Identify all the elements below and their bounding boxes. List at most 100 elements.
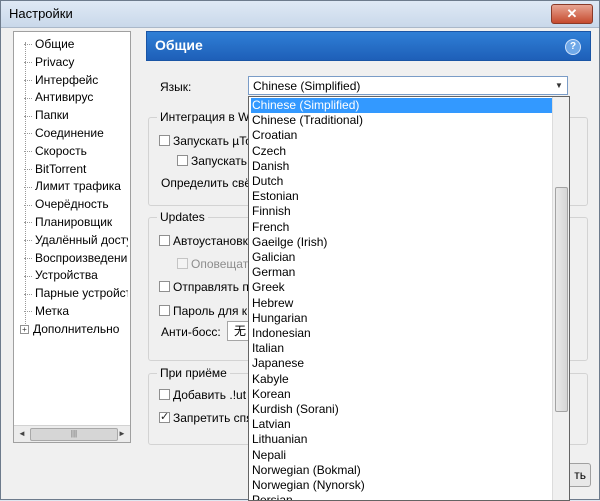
language-option[interactable]: Estonian [251,189,556,204]
checkbox-label: Запретить спя [173,411,253,425]
language-option[interactable]: Norwegian (Nynorsk) [251,478,556,493]
help-icon[interactable]: ? [565,39,581,55]
checkbox-box[interactable] [159,305,170,317]
boss-key-label: Анти-босс: [161,325,221,339]
language-option[interactable]: Czech [251,144,556,159]
tree-connector [24,79,32,81]
settings-window: Настройки ✕ Общие Privacy Интерфейс Антивир… [0,0,600,501]
language-option[interactable]: Nepali [251,448,556,463]
tree-horizontal-scrollbar[interactable]: ◄ ||| ► [14,425,130,442]
checkbox-box[interactable] [159,235,170,247]
tree-item[interactable]: + Дополнительно [20,321,124,338]
tree-item-label: Соединение [35,126,104,140]
language-option[interactable]: Hungarian [251,311,556,326]
tree-connector [24,311,32,313]
tree-item[interactable]: Соединение [24,125,128,142]
checkbox-label: Пароль для к [173,304,248,318]
tree-item[interactable]: Устройства [24,267,128,284]
language-dropdown-list[interactable]: Chinese (Simplified) Chinese (Traditional… [248,96,570,501]
checkbox-box[interactable] [159,281,170,293]
tree-item-label: Папки [35,108,69,123]
tree-item[interactable]: Интерфейс [24,72,128,89]
auto-install-checkbox[interactable]: Автоустановка [159,234,255,248]
language-select-value: Chinese (Simplified) [253,79,361,93]
start-minimized-checkbox[interactable]: Запускать [177,154,247,168]
tree-item-label: Планировщик [35,215,113,229]
checkbox-box[interactable] [177,155,188,167]
send-info-checkbox[interactable]: Отправлять п [159,280,249,294]
dropdown-scroll-thumb[interactable] [555,187,568,412]
language-select[interactable]: Chinese (Simplified) ▼ [248,76,568,95]
tree-item-label: Общие [35,37,75,51]
tree-item[interactable]: Метка [24,303,128,320]
language-option[interactable]: Latvian [251,417,556,432]
tree-item[interactable]: Privacy [24,54,128,71]
tree-item[interactable]: Очерёдность [24,196,128,213]
add-ut-extension-checkbox[interactable]: Добавить .!ut [159,388,246,402]
tree-item[interactable]: Скорость [24,143,128,160]
tree-item-label: Устройства [35,268,98,283]
close-button[interactable]: ✕ [551,4,593,24]
language-option[interactable]: Kabyle [251,372,556,387]
checkbox-box[interactable] [159,135,170,147]
language-option[interactable]: Croatian [251,128,556,143]
tree-connector [24,168,32,170]
expand-icon[interactable]: + [20,325,29,335]
tree-item-label: Парные устройст [35,286,128,301]
language-option[interactable]: Lithuanian [251,432,556,447]
tree-item-label: Лимит трафика [35,179,121,194]
tree-item[interactable]: Папки [24,107,128,124]
tree-item[interactable]: Антивирус [24,89,128,106]
language-option[interactable]: Chinese (Traditional) [251,113,556,128]
tree-item[interactable]: Планировщик [24,214,128,231]
language-option[interactable]: Gaeilge (Irish) [251,235,556,250]
start-with-windows-checkbox[interactable]: Запускать µTo [159,134,252,148]
checkbox-label: Оповещат [191,257,249,271]
tree-item-label: BitTorrent [35,161,87,176]
tree-connector [24,257,32,259]
prevent-sleep-checkbox[interactable]: Запретить спя [159,410,253,425]
language-option[interactable]: French [251,220,556,235]
checkbox-box[interactable] [159,410,170,424]
language-option[interactable]: Galician [251,250,556,265]
tree-item[interactable]: Общие [24,36,128,53]
dropdown-scrollbar[interactable] [552,97,569,500]
language-option[interactable]: Norwegian (Bokmal) [251,463,556,478]
tree-connector [24,133,32,135]
language-option[interactable]: Finnish [251,204,556,219]
tree-item[interactable]: Воспроизведени [24,250,128,267]
checkbox-box[interactable] [177,258,188,270]
tree-connector [24,222,32,224]
scroll-thumb[interactable]: ||| [30,428,118,441]
tree-item-label: Очерёдность [35,197,109,212]
tree-item[interactable]: Удалённый досту [24,232,128,249]
tree-item[interactable]: BitTorrent [24,161,128,178]
checkbox-label: Отправлять п [173,280,249,294]
scroll-right-icon[interactable]: ► [116,428,128,440]
detect-label: Определить свё [161,176,252,190]
tree-item[interactable]: Лимит трафика [24,178,128,195]
language-option[interactable]: German [251,265,556,280]
tree-item-label: Удалённый досту [35,232,128,247]
language-option[interactable]: Japanese [251,356,556,371]
checkbox-label: Запускать µTo [173,134,252,148]
language-option[interactable]: Korean [251,387,556,402]
language-option[interactable]: Kurdish (Sorani) [251,402,556,417]
chevron-down-icon[interactable]: ▼ [551,77,567,94]
tree-connector [24,44,32,46]
settings-tree[interactable]: Общие Privacy Интерфейс Антивирус Папки Соеди… [13,31,131,443]
scroll-left-icon[interactable]: ◄ [16,428,28,440]
language-option[interactable]: Hebrew [251,296,556,311]
language-option[interactable]: Danish [251,159,556,174]
language-option[interactable]: Greek [251,280,556,295]
language-option[interactable]: Italian [251,341,556,356]
tree-connector [24,275,32,277]
language-option[interactable]: Dutch [251,174,556,189]
checkbox-box[interactable] [159,389,170,401]
language-option[interactable]: Indonesian [251,326,556,341]
language-option[interactable]: Chinese (Simplified) [251,98,556,113]
password-checkbox[interactable]: Пароль для к [159,304,247,318]
tree-connector [24,151,32,153]
tree-item[interactable]: Парные устройст [24,285,128,302]
notify-checkbox[interactable]: Оповещат [177,257,248,271]
